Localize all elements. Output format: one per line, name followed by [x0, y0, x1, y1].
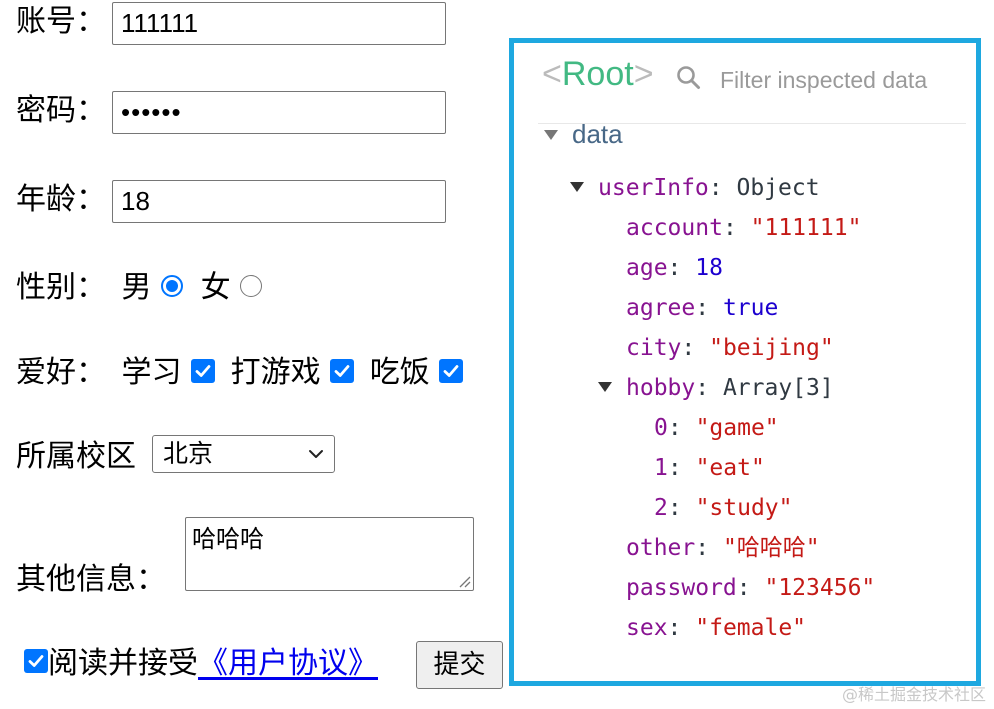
- tree-value: "哈哈哈": [722, 535, 820, 561]
- search-icon: [677, 66, 700, 89]
- account-input[interactable]: [112, 2, 446, 45]
- tree-key: city: [626, 335, 682, 361]
- root-tag-name: Root: [561, 55, 634, 93]
- tree-value: 18: [695, 255, 723, 281]
- agree-row: 阅读并接受《用户协议》: [24, 646, 378, 682]
- sex-radio-female[interactable]: [240, 274, 263, 297]
- tree-row-other: other: "哈哈哈": [626, 535, 820, 561]
- root-tag-open: <: [542, 55, 562, 93]
- password-input[interactable]: [112, 91, 446, 134]
- submit-button[interactable]: 提交: [416, 641, 503, 689]
- tree-row-account: account: "111111": [626, 215, 862, 241]
- collapse-arrow-icon[interactable]: [544, 129, 558, 140]
- tree-value: true: [722, 295, 779, 321]
- collapse-arrow-icon[interactable]: [598, 381, 612, 392]
- chevron-down-icon: [309, 450, 323, 458]
- age-label: 年龄：: [16, 182, 106, 217]
- inspector-panel: <Root> Filter inspected data data userIn…: [509, 38, 981, 686]
- tree-value: "111111": [750, 215, 862, 241]
- tree-value: "beijing": [709, 335, 834, 361]
- tree-row-sex: sex: "female": [626, 615, 807, 641]
- tree-key: password: [626, 575, 737, 601]
- check-icon: [195, 364, 211, 377]
- tree-key: 2: [654, 495, 668, 521]
- root-component-tag: <Root>: [542, 55, 654, 94]
- city-select-value: 北京: [163, 439, 214, 468]
- hobby-option-game-label: 打游戏: [230, 355, 321, 390]
- tree-value: "123456": [764, 575, 876, 601]
- password-label: 密码：: [16, 93, 106, 128]
- hobby-option-eat-label: 吃饭: [369, 355, 430, 390]
- user-agreement-link[interactable]: 《用户协议》: [198, 646, 378, 681]
- page: 账号： 密码： 年龄： 性别： 男 女 爱好： 学习 打游戏 吃饭 所属校区 北…: [0, 0, 994, 709]
- hobby-label: 爱好：: [16, 355, 106, 390]
- city-select[interactable]: 北京: [152, 435, 335, 473]
- sex-label: 性别：: [16, 270, 106, 305]
- agree-text: 阅读并接受: [48, 646, 198, 681]
- tree-row-password: password: "123456": [626, 575, 876, 601]
- tree-key: sex: [626, 615, 668, 641]
- city-row: 所属校区: [16, 439, 136, 475]
- tree-key: account: [626, 215, 723, 241]
- tree-row-hobby-1: 1: "eat": [654, 455, 765, 481]
- hobby-checkbox-study[interactable]: [191, 358, 216, 383]
- age-input[interactable]: [112, 180, 446, 223]
- tree-type: Object: [736, 175, 820, 201]
- sex-option-female-label: 女: [200, 270, 231, 305]
- tree-type: Array[3]: [722, 375, 834, 401]
- collapse-arrow-icon[interactable]: [570, 181, 584, 192]
- watermark: @稀土掘金技术社区: [841, 685, 986, 704]
- hobby-row: 爱好： 学习 打游戏 吃饭: [16, 355, 464, 391]
- inspector-header: <Root> Filter inspected data: [538, 53, 966, 124]
- tree-value: "female": [695, 615, 807, 641]
- tree-value: "study": [695, 495, 793, 521]
- tree-row-hobby[interactable]: hobby: Array[3]: [598, 373, 834, 403]
- password-row: 密码：: [16, 93, 106, 129]
- other-textarea[interactable]: 哈哈哈: [185, 517, 474, 591]
- agree-checkbox[interactable]: [24, 648, 48, 673]
- check-icon: [443, 364, 459, 377]
- hobby-checkbox-eat[interactable]: [439, 358, 464, 383]
- resize-grip-icon[interactable]: [457, 574, 471, 588]
- tree-key: 1: [654, 455, 668, 481]
- tree-row-hobby-2: 2: "study": [654, 495, 793, 521]
- tree-key: userInfo: [598, 175, 709, 201]
- check-icon: [334, 364, 350, 377]
- tree-row-agree: agree: true: [626, 295, 779, 321]
- section-label: data: [572, 119, 623, 149]
- tree-key: hobby: [626, 375, 696, 401]
- check-icon: [28, 654, 44, 667]
- tree-value: "game": [695, 415, 779, 441]
- account-row: 账号：: [16, 4, 106, 40]
- sex-row: 性别： 男 女: [16, 270, 263, 306]
- tree-row-age: age: 18: [626, 255, 723, 281]
- age-row: 年龄：: [16, 182, 106, 218]
- other-textarea-value: 哈哈哈: [192, 525, 264, 553]
- tree-value: "eat": [695, 455, 765, 481]
- sex-option-male-label: 男: [121, 270, 152, 305]
- tree-row-city: city: "beijing": [626, 335, 834, 361]
- tree-key: 0: [654, 415, 668, 441]
- filter-input[interactable]: Filter inspected data: [720, 67, 927, 94]
- tree-key: age: [626, 255, 668, 281]
- tree-section-data[interactable]: data: [544, 119, 623, 151]
- root-tag-close: >: [633, 55, 654, 93]
- tree-row-hobby-0: 0: "game": [654, 415, 779, 441]
- hobby-option-study-label: 学习: [121, 355, 182, 390]
- tree-row-userinfo[interactable]: userInfo: Object: [570, 173, 820, 203]
- city-label: 所属校区: [16, 439, 136, 474]
- other-row: 其他信息：: [16, 562, 166, 598]
- tree-key: other: [626, 535, 696, 561]
- other-label: 其他信息：: [16, 562, 166, 597]
- hobby-checkbox-game[interactable]: [330, 358, 355, 383]
- sex-radio-male[interactable]: [161, 274, 184, 297]
- tree-key: agree: [626, 295, 696, 321]
- account-label: 账号：: [16, 4, 106, 39]
